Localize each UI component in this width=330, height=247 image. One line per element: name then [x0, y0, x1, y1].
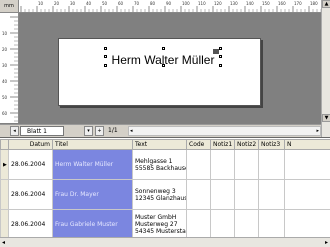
ruler-label: 60 — [118, 1, 124, 6]
text-line: 55585 Backhausen — [135, 165, 184, 172]
header-code[interactable]: Code — [187, 140, 211, 150]
horizontal-ruler: 10 20 30 40 50 60 70 80 90 100 110 120 130 140 150 160 1… — [19, 0, 321, 13]
page-indicator: 1/1 — [108, 126, 122, 136]
cell-datum[interactable]: 28.06.2004 — [9, 150, 53, 180]
ruler-label: 20 — [54, 1, 60, 6]
cell-code[interactable] — [187, 210, 211, 240]
cell-titel[interactable]: Frau Gabriele Muster — [53, 210, 133, 240]
cell-code[interactable] — [187, 150, 211, 180]
cell-notiz3[interactable] — [259, 180, 285, 210]
ruler-label: 10 — [38, 1, 44, 6]
text-line: Muster GmbH — [135, 214, 184, 221]
ruler-label: 40 — [2, 79, 8, 84]
text-line: Mehlgasse 1 — [135, 158, 184, 165]
sheet-tab[interactable]: Blatt 1 — [20, 126, 64, 136]
cell-notiz1[interactable] — [211, 150, 235, 180]
data-grid-table: Datum Titel Text Code Notiz1 Notiz2 Noti… — [0, 139, 330, 240]
vertical-scrollbar[interactable]: ▲ ▼ — [321, 0, 330, 137]
cell-text[interactable]: Mehlgasse 1 55585 Backhausen — [133, 150, 187, 180]
row-indicator-icon — [1, 210, 9, 240]
anchor-icon[interactable] — [213, 49, 219, 54]
ruler-label: 20 — [2, 47, 8, 52]
cell-notiz1[interactable] — [211, 180, 235, 210]
ruler-label: 30 — [70, 1, 76, 6]
scroll-right-icon[interactable]: ▸ — [316, 127, 319, 135]
cell-notiz2[interactable] — [235, 150, 259, 180]
text-line: Musterweg 27 — [135, 221, 184, 228]
resize-handle-ml[interactable] — [104, 55, 107, 58]
text-line: 12345 Glanzhausen — [135, 195, 184, 202]
header-titel[interactable]: Titel — [53, 140, 133, 150]
row-indicator-icon — [1, 180, 9, 210]
header-notiz1[interactable]: Notiz1 — [211, 140, 235, 150]
cell-text[interactable]: Muster GmbH Musterweg 27 54345 Mustersta… — [133, 210, 187, 240]
horizontal-ruler-ticks: 10 20 30 40 50 60 70 80 90 100 110 120 130 140 150 160 1… — [19, 0, 321, 12]
resize-handle-bc[interactable] — [162, 64, 165, 67]
header-text[interactable]: Text — [133, 140, 187, 150]
cell-notiz2[interactable] — [235, 180, 259, 210]
ruler-label: 70 — [134, 1, 140, 6]
ruler-label: 110 — [198, 1, 206, 6]
cell-notiz1[interactable] — [211, 210, 235, 240]
resize-handle-tl[interactable] — [104, 47, 107, 50]
table-row[interactable]: 28.06.2004 Frau Dr. Mayer Sonnenweg 3 12… — [1, 180, 330, 210]
header-n[interactable]: N — [285, 140, 330, 150]
cell-notiz3[interactable] — [259, 150, 285, 180]
scroll-down-button[interactable]: ▼ — [322, 114, 330, 122]
ruler-label: 40 — [86, 1, 92, 6]
table-row[interactable]: ▶ 28.06.2004 Herm Walter Müller Mehlgass… — [1, 150, 330, 180]
ruler-label: 130 — [230, 1, 238, 6]
ruler-label: 30 — [2, 63, 8, 68]
ruler-label: 160 — [278, 1, 286, 6]
cell-n[interactable] — [285, 150, 330, 180]
cell-notiz2[interactable] — [235, 210, 259, 240]
scroll-up-button[interactable]: ▲ — [322, 0, 330, 8]
sheet-dropdown-icon[interactable]: ▾ — [84, 126, 93, 136]
text-line: Sonnenweg 3 — [135, 188, 184, 195]
ruler-label: 90 — [166, 1, 172, 6]
ruler-label: 120 — [214, 1, 222, 6]
table-row[interactable]: 28.06.2004 Frau Gabriele Muster Muster G… — [1, 210, 330, 240]
ruler-unit-corner: mm — [0, 0, 19, 13]
ruler-label: 180 — [310, 1, 318, 6]
resize-handle-mr[interactable] — [219, 55, 222, 58]
row-indicator-icon: ▶ — [1, 150, 9, 180]
text-line: 54345 Musterstadt — [135, 228, 184, 235]
resize-handle-tc[interactable] — [162, 47, 165, 50]
ruler-label: 100 — [182, 1, 190, 6]
ruler-label: 150 — [262, 1, 270, 6]
cell-code[interactable] — [187, 180, 211, 210]
cell-text[interactable]: Sonnenweg 3 12345 Glanzhausen — [133, 180, 187, 210]
scroll-left-icon[interactable]: ◂ — [130, 127, 133, 135]
cell-datum[interactable]: 28.06.2004 — [9, 210, 53, 240]
cell-n[interactable] — [285, 210, 330, 240]
add-sheet-icon[interactable]: + — [95, 126, 104, 136]
designer-horizontal-scrollbar[interactable]: ◂ ▸ — [128, 126, 321, 136]
sheet-prev-icon[interactable]: ◂ — [10, 126, 19, 136]
resize-handle-br[interactable] — [219, 64, 222, 67]
ruler-label: 10 — [2, 31, 8, 36]
vertical-ruler-ticks: 10 20 30 40 50 60 — [0, 13, 18, 123]
ruler-label: 80 — [150, 1, 156, 6]
resize-handle-bl[interactable] — [104, 64, 107, 67]
report-page[interactable] — [58, 38, 261, 106]
cell-datum[interactable]: 28.06.2004 — [9, 180, 53, 210]
cell-titel[interactable]: Herm Walter Müller — [53, 150, 133, 180]
cell-n[interactable] — [285, 180, 330, 210]
cell-titel[interactable]: Frau Dr. Mayer — [53, 180, 133, 210]
resize-handle-tr[interactable] — [219, 47, 222, 50]
header-indicator — [1, 140, 9, 150]
header-notiz2[interactable]: Notiz2 — [235, 140, 259, 150]
header-notiz3[interactable]: Notiz3 — [259, 140, 285, 150]
ruler-label: 60 — [2, 111, 8, 116]
ruler-label: 50 — [102, 1, 108, 6]
header-datum[interactable]: Datum — [9, 140, 53, 150]
ruler-label: 50 — [2, 95, 8, 100]
ruler-label: 170 — [294, 1, 302, 6]
vertical-ruler: 10 20 30 40 50 60 — [0, 13, 19, 123]
cell-notiz3[interactable] — [259, 210, 285, 240]
ruler-label: 140 — [246, 1, 254, 6]
